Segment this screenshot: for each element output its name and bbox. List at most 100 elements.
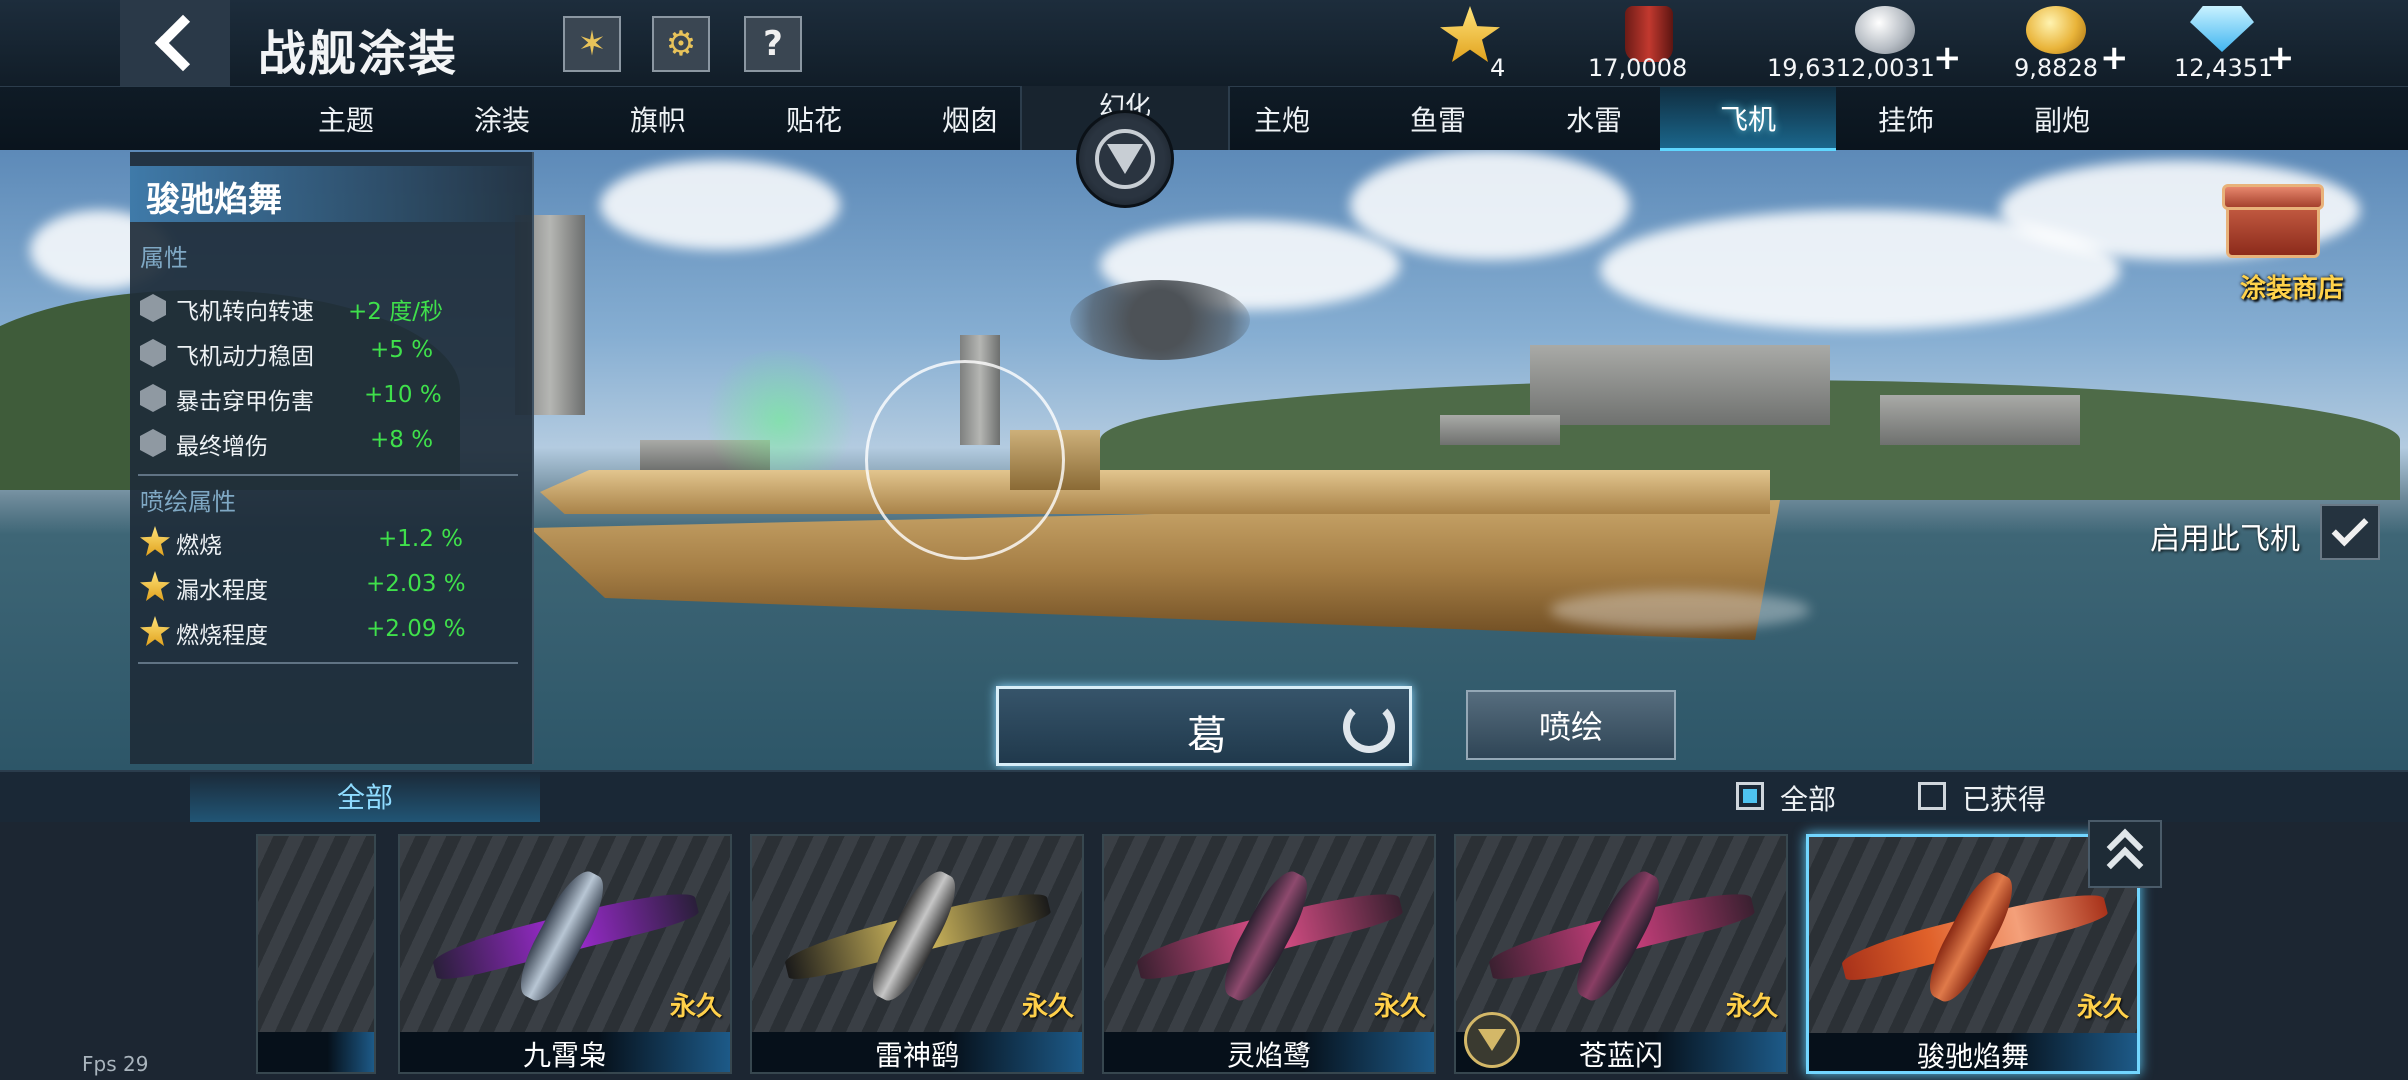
attribute-value: +2.03 % — [366, 571, 466, 597]
hex-icon — [140, 339, 166, 367]
tab-flag[interactable]: 旗帜 — [580, 87, 736, 151]
tab-ornament[interactable]: 挂饰 — [1828, 87, 1984, 151]
spray-attribute-row: 漏水程度 +2.03 % — [138, 567, 528, 607]
hex-icon — [140, 294, 166, 322]
permanent-tag: 永久 — [1725, 992, 1778, 1022]
add-gold-icon[interactable]: + — [2100, 38, 2129, 78]
tab-skin[interactable]: 涂装 — [424, 87, 580, 151]
attribute-value: +10 % — [364, 382, 442, 408]
attribute-name: 暴击穿甲伤害 — [176, 389, 314, 415]
aircraft-icon — [1485, 863, 1757, 1009]
top-bar: 战舰涂装 ✶ ⚙ ? 4 17,0008 19,6312,0031 + 9,88… — [0, 0, 2408, 86]
page-title: 战舰涂装 — [258, 26, 459, 82]
attribute-name: 燃烧程度 — [176, 623, 268, 649]
skin-card[interactable]: 永久 灵焰鹭 — [1102, 834, 1436, 1074]
card-name-bar — [258, 1032, 374, 1072]
attribute-name: 漏水程度 — [176, 578, 268, 604]
help-button[interactable]: ? — [744, 16, 802, 72]
permanent-tag: 永久 — [1373, 992, 1426, 1022]
enable-aircraft-checkbox[interactable] — [2320, 504, 2380, 560]
aircraft-carrier-deck — [540, 470, 1770, 514]
back-button[interactable] — [120, 0, 230, 86]
resource-diamond[interactable]: 12,4351 + — [2170, 0, 2295, 86]
refresh-icon[interactable] — [1343, 701, 1395, 753]
add-diamond-icon[interactable]: + — [2266, 38, 2295, 78]
rename-button[interactable]: 葛 — [996, 686, 1412, 766]
filter-tab-all[interactable]: 全部 — [190, 770, 540, 822]
chest-lid — [2222, 184, 2324, 210]
silver-coin-icon — [1855, 6, 1915, 54]
attribute-value: +2 度/秒 — [348, 299, 443, 325]
fireworks-icon: ✶ — [577, 24, 607, 64]
card-name: 雷神鹞 — [752, 1032, 1082, 1072]
tab-aircraft[interactable]: 飞机 — [1660, 87, 1836, 151]
fortress — [1530, 345, 1830, 425]
ship-wake — [1550, 590, 1810, 630]
bunker — [1440, 415, 1560, 445]
transform-badge-icon — [1464, 1012, 1520, 1068]
tab-mine[interactable]: 水雷 — [1516, 87, 1672, 151]
gold-coin-icon — [2026, 6, 2086, 54]
section-label-props: 属性 — [140, 244, 188, 272]
gear-icon: ⚙ — [665, 24, 697, 64]
hex-icon — [140, 384, 166, 412]
attribute-value: +1.2 % — [378, 526, 464, 552]
star-icon — [140, 571, 170, 601]
attribute-row: 暴击穿甲伤害 +10 % — [138, 378, 528, 418]
attribute-row: 飞机转向转速 +2 度/秒 — [138, 288, 528, 328]
divider — [138, 474, 518, 476]
attribute-row: 最终增伤 +8 % — [138, 423, 528, 463]
attribute-panel: 骏驰焰舞 属性 飞机转向转速 +2 度/秒 飞机动力稳固 +5 % 暴击穿甲伤害… — [130, 152, 534, 764]
resource-value: 9,8828 — [2014, 54, 2098, 82]
resource-paint: 17,0008 — [1585, 0, 1725, 86]
filter-owned-checkbox[interactable] — [1918, 782, 1946, 810]
skin-name: 骏驰焰舞 — [146, 180, 282, 220]
skin-card-partial[interactable] — [256, 834, 376, 1074]
card-art — [258, 836, 374, 1032]
attribute-value: +2.09 % — [366, 616, 466, 642]
permanent-tag: 永久 — [669, 992, 722, 1022]
attribute-name: 飞机动力稳固 — [176, 344, 314, 370]
transform-button[interactable] — [1076, 110, 1174, 208]
spray-attribute-row: 燃烧 +1.2 % — [138, 522, 528, 562]
settings-button[interactable]: ⚙ — [652, 16, 710, 72]
card-name: 骏驰焰舞 — [1809, 1033, 2137, 1071]
transform-emblem-icon — [1095, 129, 1155, 189]
card-name: 灵焰鹭 — [1104, 1032, 1434, 1072]
fortress — [1880, 395, 2080, 445]
fireworks-button[interactable]: ✶ — [563, 16, 621, 72]
attribute-name: 燃烧 — [176, 533, 222, 559]
cloud — [600, 160, 840, 250]
star-icon — [140, 526, 170, 556]
attribute-name: 最终增伤 — [176, 434, 268, 460]
skin-card[interactable]: 永久 苍蓝闪 — [1454, 834, 1788, 1074]
skin-card[interactable]: 永久 九霄枭 — [398, 834, 732, 1074]
resource-gold[interactable]: 9,8828 + — [2010, 0, 2130, 86]
attribute-row: 飞机动力稳固 +5 % — [138, 333, 528, 373]
tab-decal[interactable]: 贴花 — [736, 87, 892, 151]
spray-attribute-row: 燃烧程度 +2.09 % — [138, 612, 528, 652]
filter-all-label[interactable]: 全部 — [1780, 778, 1836, 818]
tab-secondary-gun[interactable]: 副炮 — [1984, 87, 2140, 151]
aircraft-icon — [429, 863, 701, 1009]
divider — [138, 662, 518, 664]
attribute-value: +5 % — [370, 337, 434, 363]
resource-silver[interactable]: 19,6312,0031 + — [1765, 0, 1965, 86]
tab-theme[interactable]: 主题 — [268, 87, 424, 151]
add-silver-icon[interactable]: + — [1933, 38, 1962, 78]
skin-shop-label[interactable]: 涂装商店 — [2240, 268, 2344, 305]
skin-card[interactable]: 永久 雷神鹞 — [750, 834, 1084, 1074]
permanent-tag: 永久 — [2076, 993, 2129, 1023]
focus-ring — [865, 360, 1065, 560]
filter-owned-label[interactable]: 已获得 — [1962, 778, 2046, 818]
collapse-strip-button[interactable] — [2088, 820, 2162, 888]
star-icon — [140, 616, 170, 646]
attribute-name: 飞机转向转速 — [176, 299, 314, 325]
green-effect — [700, 350, 860, 490]
tab-torpedo[interactable]: 鱼雷 — [1360, 87, 1516, 151]
resource-value: 12,4351 — [2174, 54, 2274, 82]
enable-aircraft-label: 启用此飞机 — [2150, 522, 2300, 557]
filter-all-checkbox[interactable] — [1736, 782, 1764, 810]
spray-paint-button[interactable]: 喷绘 — [1466, 690, 1676, 760]
check-icon — [2331, 509, 2369, 547]
